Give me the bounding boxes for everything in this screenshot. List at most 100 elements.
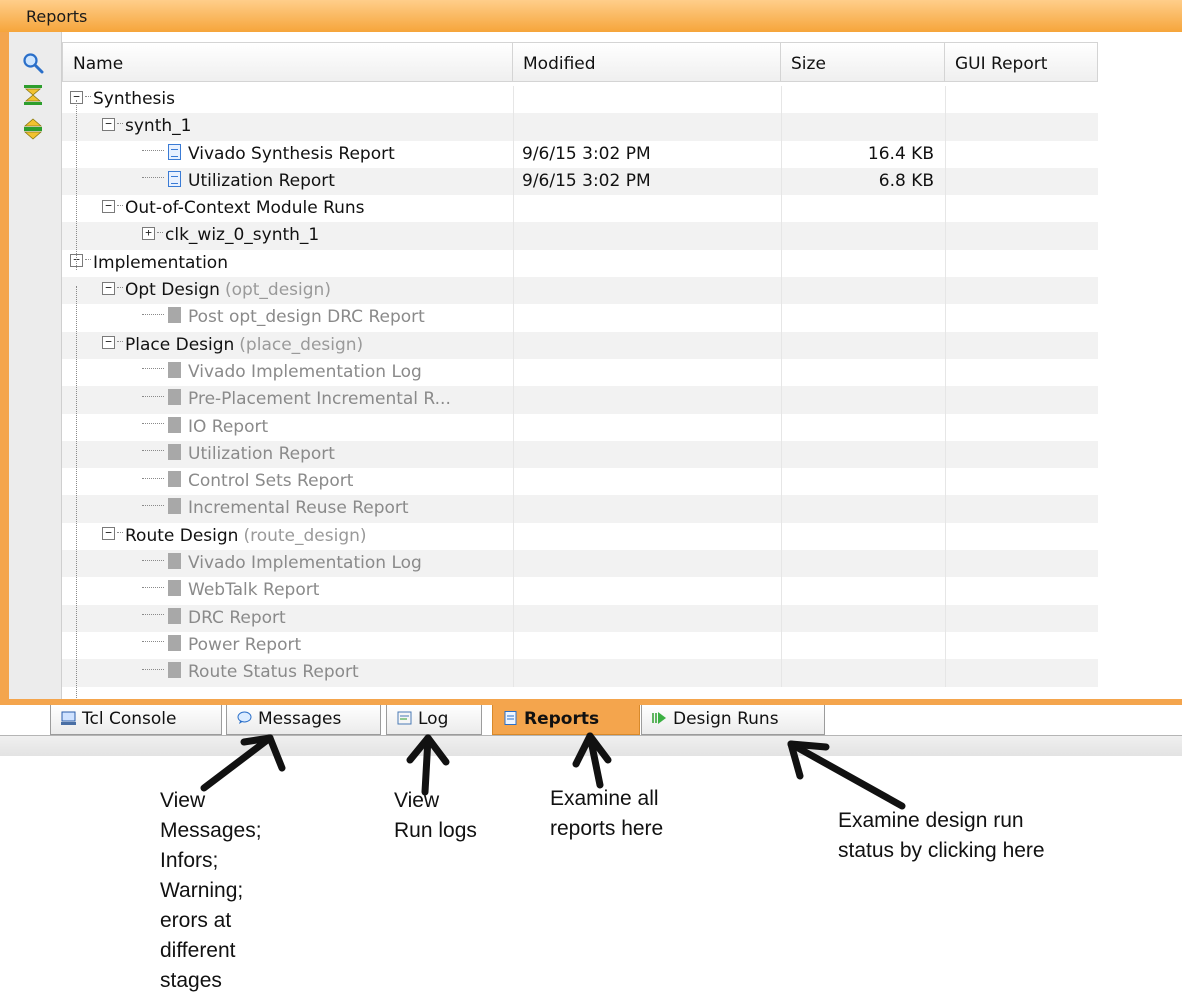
annotation-messages-line: Warning; — [160, 879, 244, 902]
column-divider — [781, 358, 782, 387]
annotation-design-runs: Examine design run status by clicking he… — [838, 806, 1045, 866]
row-name: − Synthesis — [70, 86, 175, 113]
column-divider — [513, 277, 514, 305]
row-modified: 9/6/15 3:02 PM — [522, 170, 651, 191]
panel-title: Reports — [26, 7, 88, 26]
column-divider — [945, 550, 946, 578]
report-document-icon — [168, 580, 181, 597]
collapse-all-icon[interactable] — [22, 84, 44, 106]
table-row[interactable]: IO Report — [62, 413, 1098, 441]
table-row[interactable]: Vivado Implementation Log — [62, 358, 1098, 387]
collapse-toggle[interactable]: − — [102, 281, 115, 295]
table-row[interactable]: − Place Design (place_design) — [62, 331, 1098, 359]
column-divider — [781, 495, 782, 523]
report-document-icon — [168, 143, 181, 160]
row-name: Incremental Reuse Report — [142, 495, 409, 522]
column-divider — [781, 604, 782, 632]
table-row[interactable]: Vivado Synthesis Report 9/6/15 3:02 PM 16.… — [62, 140, 1098, 168]
column-divider — [781, 522, 782, 551]
annotation-log-line: Run logs — [394, 819, 477, 842]
column-divider — [513, 659, 514, 687]
tree-connector — [142, 504, 164, 506]
column-divider — [945, 413, 946, 441]
row-name: − Out-of-Context Module Runs — [102, 195, 365, 222]
collapse-toggle[interactable]: − — [102, 117, 115, 131]
row-label: Vivado Implementation Log — [188, 553, 422, 574]
table-row[interactable]: Post opt_design DRC Report — [62, 304, 1098, 332]
column-header-size[interactable]: Size — [781, 42, 945, 82]
column-header-gui-report[interactable]: GUI Report — [945, 42, 1098, 82]
panel-titlebar[interactable]: Reports — [0, 0, 1182, 33]
column-divider — [781, 413, 782, 441]
table-row[interactable]: Power Report — [62, 631, 1098, 660]
table-row[interactable]: − Implementation — [62, 249, 1098, 278]
row-step-name: (place_design) — [239, 334, 364, 355]
column-divider — [513, 386, 514, 414]
table-row[interactable]: Route Status Report — [62, 659, 1098, 687]
row-label: Synthesis — [93, 89, 175, 109]
collapse-toggle[interactable]: − — [102, 336, 115, 350]
column-divider — [513, 113, 514, 141]
document-icon — [504, 711, 517, 725]
table-row[interactable]: − synth_1 — [62, 113, 1098, 141]
column-divider — [781, 86, 782, 114]
row-label: Control Sets Report — [188, 471, 354, 492]
collapse-toggle[interactable]: − — [102, 527, 115, 541]
table-row[interactable]: + clk_wiz_0_synth_1 — [62, 222, 1098, 250]
annotation-reports: Examine all reports here — [550, 784, 663, 844]
column-header-modified[interactable]: Modified — [513, 42, 781, 82]
row-name: − Place Design (place_design) — [102, 332, 363, 359]
row-name: WebTalk Report — [142, 577, 319, 604]
row-modified: 9/6/15 3:02 PM — [522, 143, 651, 164]
column-divider — [945, 86, 946, 114]
tab-log[interactable]: Log — [386, 705, 482, 735]
tab-design-runs[interactable]: Design Runs — [641, 705, 825, 735]
run-arrow-icon — [652, 712, 666, 724]
table-row[interactable]: − Out-of-Context Module Runs — [62, 195, 1098, 223]
tab-reports[interactable]: Reports — [492, 705, 640, 735]
table-row[interactable]: Utilization Report — [62, 440, 1098, 469]
table-row[interactable]: Utilization Report 9/6/15 3:02 PM 6.8 KB — [62, 167, 1098, 196]
table-row[interactable]: − Opt Design (opt_design) — [62, 277, 1098, 305]
console-icon — [61, 711, 76, 725]
table-row[interactable]: WebTalk Report — [62, 577, 1098, 605]
table-row[interactable]: Vivado Implementation Log — [62, 550, 1098, 578]
search-icon[interactable] — [22, 52, 44, 74]
tab-messages[interactable]: Messages — [226, 705, 381, 735]
table-row[interactable]: Control Sets Report — [62, 468, 1098, 496]
annotation-messages-line: stages — [160, 969, 222, 992]
column-divider — [781, 468, 782, 496]
tab-bar-background — [0, 736, 1182, 756]
tree-guide-line — [76, 286, 78, 699]
speech-bubble-icon — [237, 711, 252, 724]
column-divider — [945, 249, 946, 278]
table-row[interactable]: Pre-Placement Incremental R... — [62, 386, 1098, 414]
report-document-icon — [168, 553, 181, 570]
reports-toolbar — [9, 32, 62, 699]
tab-tcl-console[interactable]: Tcl Console — [50, 705, 222, 735]
annotation-messages: View Messages; Infors; Warning; erors at… — [160, 786, 262, 996]
collapse-toggle[interactable]: − — [102, 199, 115, 213]
table-row[interactable]: Incremental Reuse Report — [62, 495, 1098, 523]
table-body: − Synthesis − synth_1 Vivado Synthesis Repor… — [62, 86, 1098, 699]
column-divider — [513, 358, 514, 387]
expand-all-icon[interactable] — [22, 118, 44, 140]
row-label: Incremental Reuse Report — [188, 498, 409, 519]
column-divider — [945, 659, 946, 687]
column-divider — [781, 277, 782, 305]
column-divider — [945, 331, 946, 359]
bottom-tab-bar: Tcl Console Messages Log Reports Design … — [0, 705, 1182, 765]
table-row[interactable]: DRC Report — [62, 604, 1098, 632]
table-row[interactable]: − Route Design (route_design) — [62, 522, 1098, 551]
table-row[interactable]: − Synthesis — [62, 86, 1098, 114]
column-divider — [513, 304, 514, 332]
row-name: Vivado Synthesis Report — [142, 141, 395, 168]
row-name: Post opt_design DRC Report — [142, 304, 425, 331]
tree-connector — [142, 614, 164, 616]
column-divider — [513, 195, 514, 223]
row-label: Out-of-Context Module Runs — [125, 198, 365, 219]
column-divider — [781, 304, 782, 332]
annotation-messages-line: View — [160, 789, 206, 812]
expand-toggle[interactable]: + — [142, 226, 155, 240]
column-header-name[interactable]: Name — [62, 42, 513, 82]
